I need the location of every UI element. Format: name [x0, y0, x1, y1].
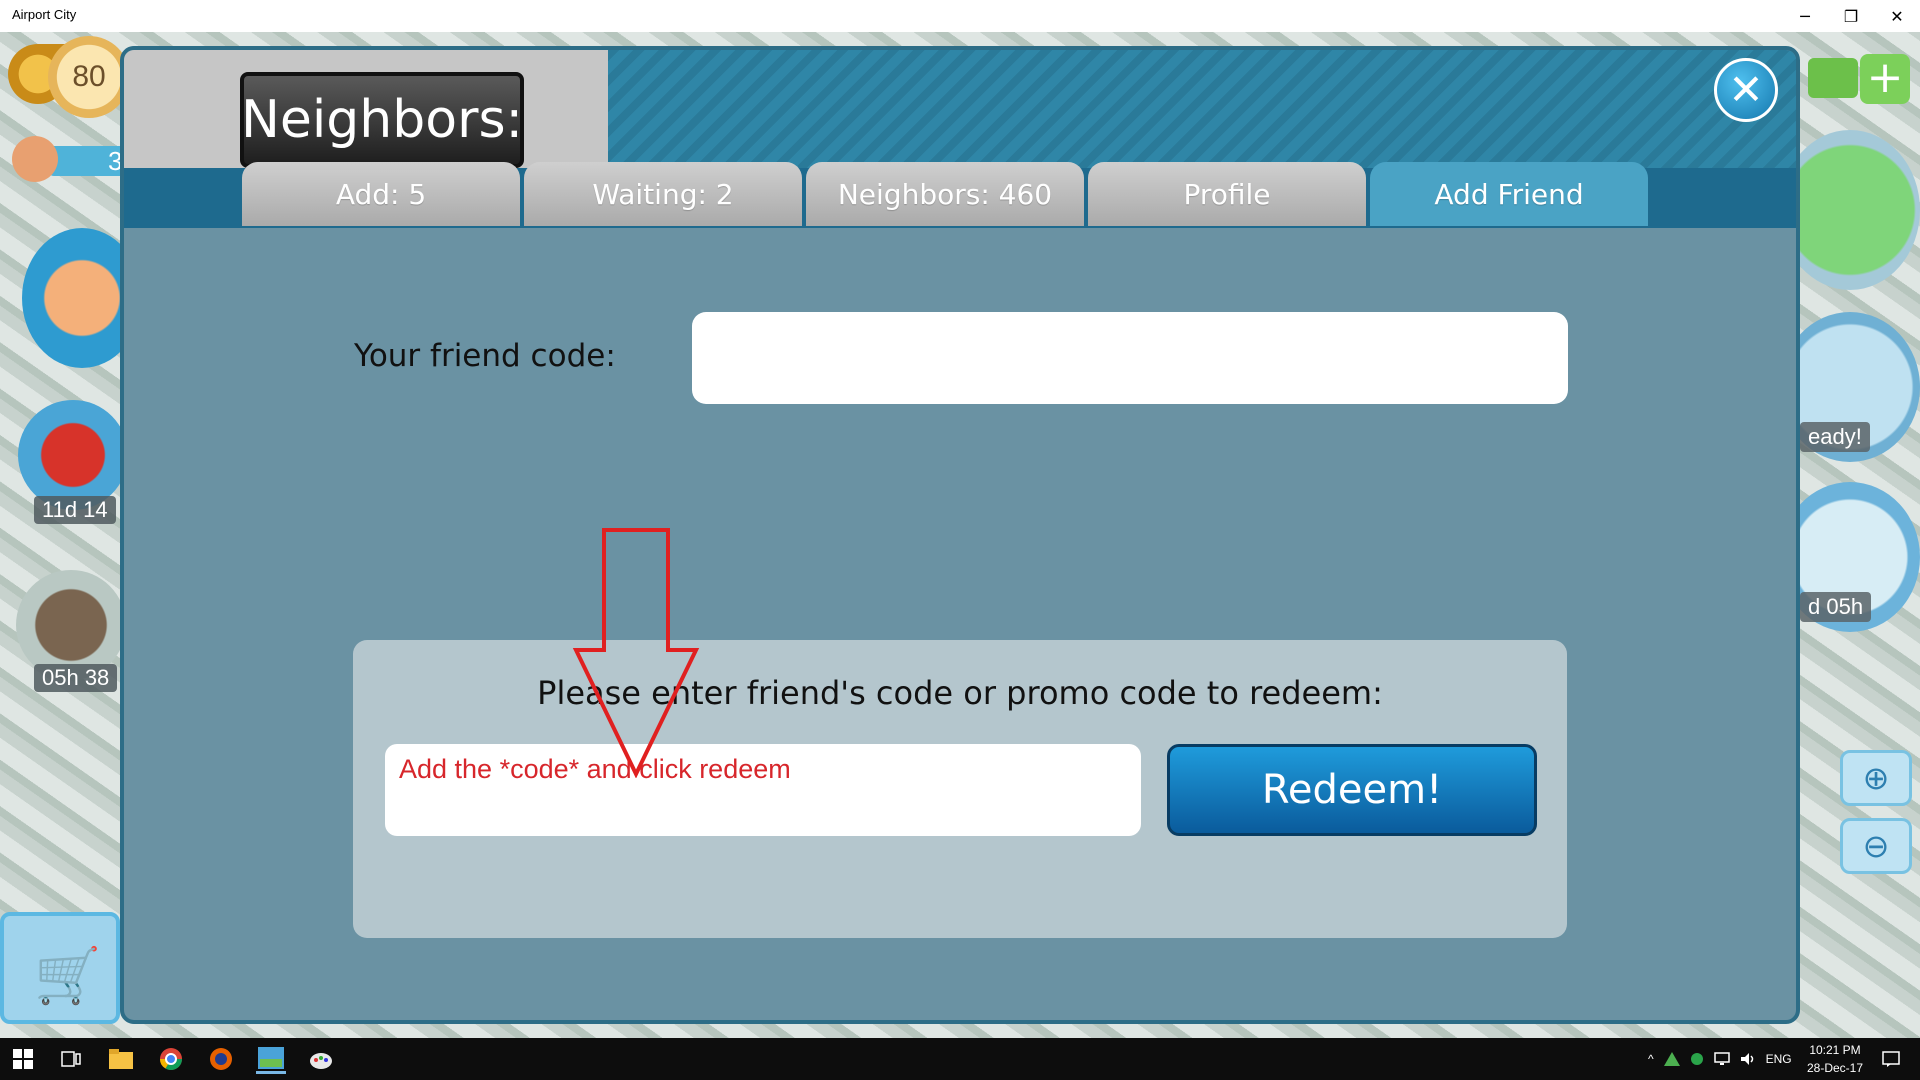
notification-icon	[1882, 1051, 1900, 1067]
tray-chevron-icon[interactable]: ^	[1648, 1052, 1654, 1066]
task-view-button[interactable]	[56, 1044, 86, 1074]
window-close-icon: ✕	[1890, 6, 1904, 26]
redeem-code-input[interactable]: Add the *code* and click redeem	[385, 744, 1141, 836]
file-explorer-button[interactable]	[106, 1044, 136, 1074]
level-value: 80	[48, 36, 130, 118]
dialog-header-pattern	[608, 50, 1796, 168]
redeem-button[interactable]: Redeem!	[1167, 744, 1537, 836]
task-view-icon	[61, 1051, 81, 1067]
character-timer: 05h 38	[34, 664, 118, 692]
paint-icon	[310, 1053, 332, 1069]
control-tower-icon[interactable]	[1780, 130, 1920, 290]
people-icon	[12, 136, 58, 182]
folder-icon	[109, 1049, 133, 1069]
clock-date: 28-Dec-17	[1806, 1061, 1864, 1075]
volume-icon[interactable]	[1740, 1052, 1756, 1066]
population-counter[interactable]: 37	[12, 136, 137, 184]
friend-code-label: Your friend code:	[354, 338, 616, 374]
taskbar: ^ ENG 10:21 PM 28-Dec-17	[0, 1038, 1920, 1080]
event-icon[interactable]	[18, 400, 128, 510]
zoom-out-icon: ⊖	[1862, 827, 1890, 865]
redeem-prompt: Please enter friend's code or promo code…	[537, 674, 1383, 712]
zoom-in-icon: ⊕	[1862, 759, 1890, 797]
restore-button[interactable]: ❐	[1828, 0, 1874, 32]
firefox-icon	[210, 1048, 232, 1070]
tab-profile[interactable]: Profile	[1088, 162, 1366, 226]
plane-status: eady!	[1800, 422, 1870, 452]
tray-app-icon[interactable]	[1663, 1052, 1680, 1066]
tab-waiting[interactable]: Waiting: 2	[524, 162, 802, 226]
dialog-title: Neighbors:	[240, 72, 524, 168]
gauge-timer: d 05h	[1800, 592, 1872, 622]
airport-city-icon	[258, 1046, 284, 1069]
zoom-out-button[interactable]: ⊖	[1840, 818, 1912, 874]
network-icon[interactable]	[1713, 1052, 1730, 1066]
chrome-icon	[160, 1048, 182, 1070]
tab-add[interactable]: Add: 5	[242, 162, 520, 226]
cart-icon: 🛒	[34, 944, 102, 1007]
tab-add-friend[interactable]: Add Friend	[1370, 162, 1648, 226]
action-center-button[interactable]	[1876, 1044, 1906, 1074]
clock[interactable]: 10:21 PM 28-Dec-17	[1800, 1041, 1870, 1077]
level-badge[interactable]: 80	[8, 36, 130, 120]
plus-icon: +	[1866, 52, 1904, 103]
chrome-button[interactable]	[156, 1044, 186, 1074]
clock-time: 10:21 PM	[1809, 1043, 1861, 1057]
system-tray: ^ ENG	[1648, 1038, 1792, 1080]
friend-code-field[interactable]	[692, 312, 1568, 404]
zoom-in-button[interactable]: ⊕	[1840, 750, 1912, 806]
redeem-panel: Please enter friend's code or promo code…	[353, 640, 1567, 938]
annotation-arrow-icon	[572, 528, 700, 778]
window-titlebar: Airport City ─ ❐ ✕	[0, 0, 1920, 32]
event-timer: 11d 14	[34, 496, 116, 524]
minimize-button[interactable]: ─	[1782, 0, 1828, 32]
add-button[interactable]: +	[1860, 54, 1910, 104]
neighbors-dialog: Neighbors: ✕ Add: 5 Waiting: 2 Neighbors…	[120, 46, 1800, 1024]
dialog-close-button[interactable]: ✕	[1714, 58, 1778, 122]
paint-button[interactable]	[306, 1044, 336, 1074]
minimize-icon: ─	[1800, 6, 1810, 26]
restore-icon: ❐	[1843, 6, 1859, 26]
population-value: 37	[48, 146, 137, 176]
close-icon: ✕	[1728, 65, 1764, 114]
shop-button[interactable]: 🛒	[0, 912, 120, 1024]
airport-city-taskbar-button[interactable]	[256, 1044, 286, 1074]
green-button[interactable]	[1808, 58, 1858, 98]
language-indicator[interactable]: ENG	[1766, 1052, 1792, 1066]
windows-icon	[13, 1049, 33, 1069]
window-title: Airport City	[12, 7, 77, 22]
tab-neighbors[interactable]: Neighbors: 460	[806, 162, 1084, 226]
firefox-button[interactable]	[206, 1044, 236, 1074]
tray-shield-icon[interactable]	[1690, 1052, 1704, 1066]
window-close-button[interactable]: ✕	[1874, 0, 1920, 32]
start-button[interactable]	[8, 1044, 38, 1074]
